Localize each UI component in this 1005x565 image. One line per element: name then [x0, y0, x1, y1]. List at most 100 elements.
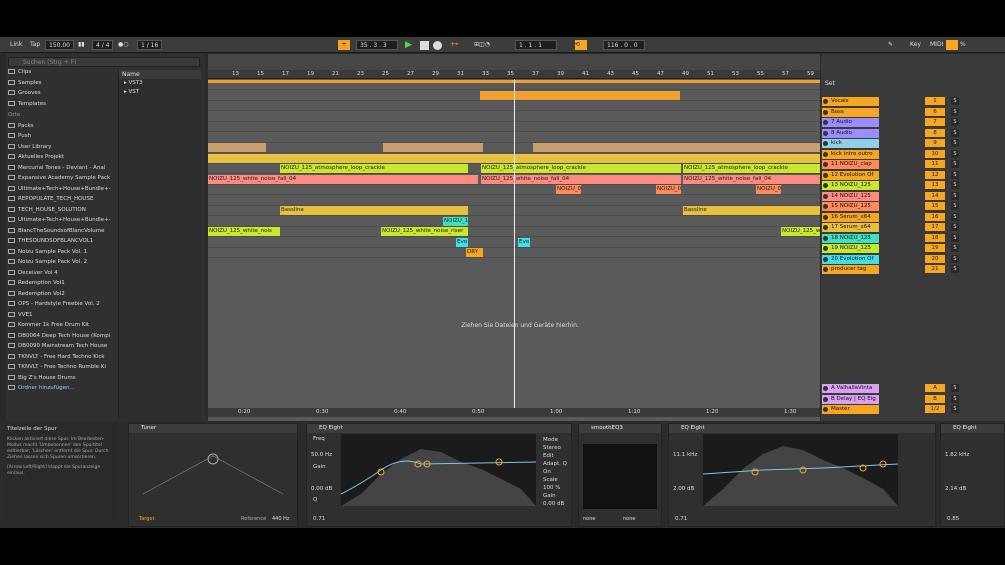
eq3-q-value[interactable]: 0.85 [947, 516, 959, 522]
eq3-freq-value[interactable]: 1.82 kHz [945, 452, 969, 458]
bassline-clip-1[interactable]: Bassline [280, 206, 468, 215]
track-header[interactable]: 12 Evolution Of [822, 170, 879, 180]
browser-place[interactable]: Mercurial Tones - Deviant - Anal [8, 163, 105, 173]
quantization-select[interactable]: 1 / 16 [137, 40, 163, 50]
track-header[interactable]: producer tag [822, 265, 879, 274]
eq-eight-device-2[interactable]: EQ Eight 11.1 kHz 2.00 dB 0.71 [668, 423, 936, 527]
solo-button[interactable]: S [951, 160, 959, 168]
track-activator-icon[interactable] [823, 396, 828, 402]
solo-button[interactable]: S [951, 202, 959, 210]
solo-button[interactable]: S [951, 233, 959, 242]
bar-ruler[interactable]: 13 15 17 19 21 23 25 27 29 31 33 35 37 39 41 43 45 47 49 51… [208, 70, 820, 79]
browser-place[interactable]: DB0064 Deep Tech House (Kompi [8, 331, 110, 341]
solo-button[interactable]: S [951, 212, 959, 221]
browser-category[interactable]: Templates [8, 99, 46, 109]
record-quant-icon[interactable]: ●○ [118, 40, 128, 50]
solo-button[interactable]: S [951, 191, 959, 200]
track-header[interactable]: 19 NOIZU_125 [822, 244, 879, 253]
browser-search-input[interactable]: Suchen (Strg + F) [8, 57, 200, 67]
noizu-short-clip[interactable]: NOIZU_1 [443, 216, 468, 226]
overview-bar[interactable] [208, 54, 820, 70]
track-activator-icon[interactable] [823, 225, 828, 230]
eq2-freq-value[interactable]: 11.1 kHz [673, 452, 697, 458]
return-track-header[interactable]: B Delay | EQ Eig [822, 394, 879, 404]
master-track-header[interactable]: Master [822, 405, 879, 414]
track-number[interactable]: 13 [925, 181, 945, 189]
track-activator-icon[interactable] [823, 267, 828, 272]
browser-place[interactable]: Ultimate+Tech+House+Bundle+- [8, 184, 111, 194]
eq1-gain-value[interactable]: 0.00 dB [311, 486, 332, 492]
browser-place[interactable]: REPOPULATE_TECH_HOUSE [8, 194, 93, 204]
eq2-q-value[interactable]: 0.71 [675, 516, 687, 522]
browser-place[interactable]: DB0090 Mainstream Tech House [8, 341, 107, 351]
track-number[interactable]: 18 [925, 233, 945, 242]
track-activator-icon[interactable] [823, 256, 828, 262]
tuner-target[interactable]: Target [139, 516, 154, 522]
track-number[interactable]: A [925, 384, 945, 392]
track-number[interactable]: 15 [925, 202, 945, 210]
track-activator-icon[interactable] [823, 162, 828, 167]
atmo-clip-3[interactable]: NOIZU_125_atmosphere_loop_crackle [683, 164, 820, 173]
solo-button[interactable]: S [951, 384, 959, 392]
solo-button[interactable]: S [951, 170, 959, 179]
browser-place[interactable]: TKNVLT - Free Techno Rumble Ki [8, 362, 106, 372]
track-header[interactable]: 13 NOIZU_125 [822, 181, 879, 190]
smooth-none-2[interactable]: none [623, 516, 635, 522]
browser-place[interactable]: Aktuelles Projekt [8, 152, 64, 162]
track-header[interactable]: 14 NOIZU_125 [822, 191, 879, 201]
noizu-clip-c[interactable]: NOIZU_0 [756, 185, 781, 194]
browser-place[interactable]: OPS - Hardstyle Freebie Vol. 2 [8, 299, 100, 309]
browser-item-vst[interactable]: ▸ VST [119, 88, 201, 97]
track-header[interactable]: Vocals [822, 97, 879, 106]
browser-place[interactable]: THESOUNDSOFBLANCVOL1 [8, 236, 93, 246]
browser-category[interactable]: Samples [8, 78, 42, 88]
track-activator-icon[interactable] [823, 141, 828, 146]
name-column-header[interactable]: Name [119, 70, 201, 79]
eq-eight-device-1[interactable]: EQ Eight Freq 50.0 Hz Gain 0.00 dB Q 0.7… [306, 423, 572, 527]
browser-place[interactable]: Expansive Academy Sample Pack [8, 173, 110, 183]
browser-place[interactable]: Ultimate+Tech+House+Bundle+- [8, 215, 111, 225]
return-track-header[interactable]: A ValhallaVinta [822, 384, 879, 393]
solo-button[interactable]: S [951, 149, 959, 158]
browser-place[interactable]: Kommer 1k Free Drum Kit [8, 320, 89, 330]
tuner-device[interactable]: Tuner Target Reference 440 Hz [128, 423, 298, 527]
solo-button[interactable]: S [951, 394, 959, 403]
smooth-none-1[interactable]: none [583, 516, 595, 522]
automation-icon[interactable]: ⊞◫◔ [474, 40, 490, 50]
solo-button[interactable]: S [951, 223, 959, 231]
record-icon[interactable] [433, 41, 442, 50]
track-header[interactable]: 20 Evolution Of [822, 254, 879, 264]
smootheq3-device[interactable]: smoothEQ3 none none [578, 423, 662, 527]
atmo-clip-1[interactable]: NOIZU_125_atmosphere_loop_crackle [280, 164, 468, 173]
loop-start-field[interactable]: 1 . 1 . 1 [515, 40, 557, 50]
tap-button[interactable]: Tap [30, 40, 40, 50]
track-number[interactable]: 16 [925, 212, 945, 221]
meter-field[interactable]: 4 / 4 [92, 40, 114, 50]
track-number[interactable]: 1 [925, 97, 945, 105]
browser-place[interactable]: User Library [8, 142, 52, 152]
solo-button[interactable]: S [951, 265, 959, 273]
track-number[interactable]: 20 [925, 254, 945, 263]
eq3-gain-value[interactable]: 2.14 dB [945, 486, 966, 492]
browser-place[interactable]: VVE1 [8, 310, 33, 320]
noizu-clip-b[interactable]: NOIZU_0 [656, 185, 681, 194]
track-number[interactable]: 6 [925, 107, 945, 116]
track-activator-icon[interactable] [823, 386, 828, 391]
track-header[interactable]: Bass [822, 107, 879, 117]
browser-place[interactable]: Noizu Sample Pack Vol. 1 [8, 247, 87, 257]
track-header[interactable]: kick [822, 139, 879, 148]
track-header[interactable]: 8 Audio [822, 128, 879, 138]
track-header[interactable]: 17 Serum_x64 [822, 223, 879, 232]
eq-eight-device-3[interactable]: EQ Eight 1.82 kHz 2.14 dB 0.85 [940, 423, 1005, 527]
track-number[interactable]: 17 [925, 223, 945, 231]
noise-riser-clip[interactable]: NOIZU_125_white_noise_riser [381, 227, 468, 236]
pencil-icon[interactable]: ✎ [888, 40, 893, 50]
track-activator-icon[interactable] [823, 407, 828, 412]
browser-place[interactable]: Deceiver Vol 4 [8, 268, 58, 278]
track-activator-icon[interactable] [823, 120, 828, 125]
browser-place[interactable]: Noizu Sample Pack Vol. 2 [8, 257, 87, 267]
track-header[interactable]: 11 NOIZU_clap [822, 160, 879, 169]
overdub-icon[interactable]: +⌖ [450, 40, 458, 50]
browser-category[interactable]: Grooves [8, 88, 41, 98]
atmo-clip-2[interactable]: NOIZU_125_atmosphere_loop_crackle [481, 164, 681, 173]
